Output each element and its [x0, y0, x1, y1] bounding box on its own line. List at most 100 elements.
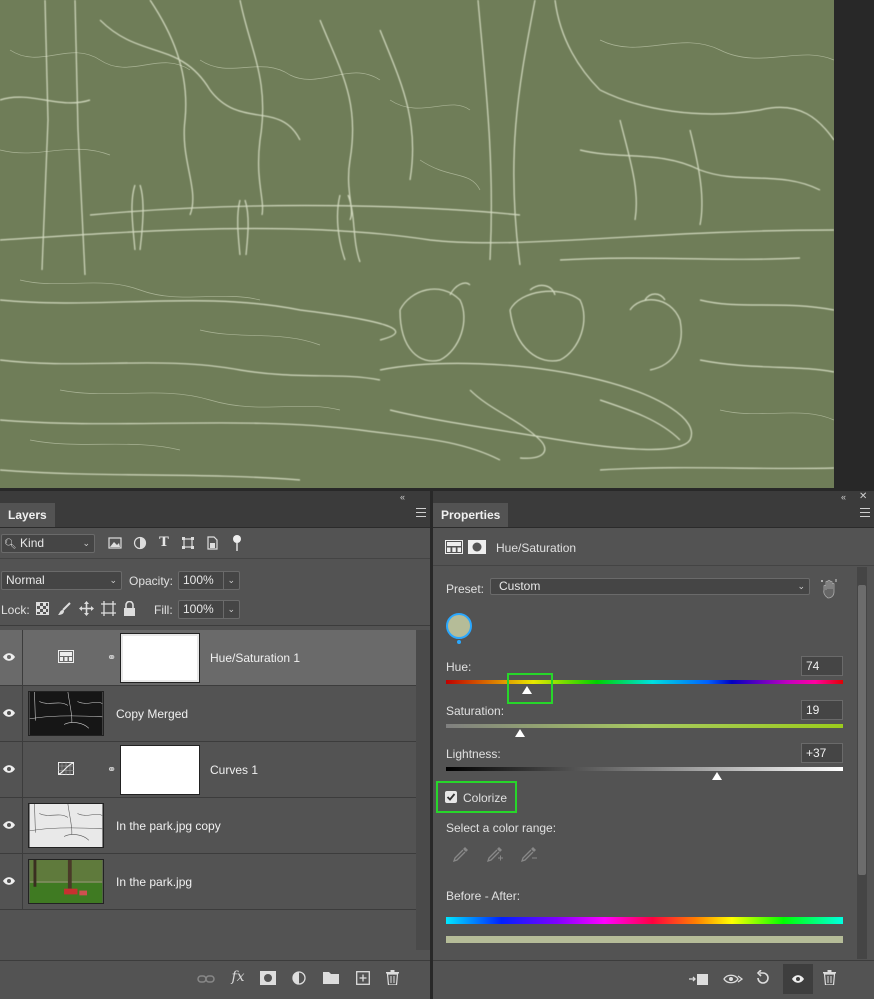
- delete-layer-trash-icon[interactable]: [386, 970, 399, 985]
- eyedropper-icon[interactable]: [452, 845, 470, 863]
- chevron-down-icon: ⌄: [82, 538, 90, 548]
- scrollbar-handle[interactable]: [858, 585, 866, 875]
- layer-name[interactable]: Curves 1: [210, 763, 258, 777]
- lock-label: Lock:: [1, 603, 30, 617]
- clip-to-layer-icon[interactable]: [689, 972, 709, 986]
- preset-dropdown[interactable]: Custom ⌄: [490, 578, 810, 595]
- layer-name[interactable]: Copy Merged: [116, 707, 188, 721]
- layer-name[interactable]: In the park.jpg: [116, 875, 192, 889]
- collapse-panel-icon[interactable]: «: [841, 491, 846, 503]
- layer-mask-icon[interactable]: [468, 540, 486, 554]
- eyedropper-minus-icon[interactable]: [520, 845, 538, 863]
- new-layer-icon[interactable]: [356, 971, 370, 985]
- new-adjustment-layer-icon[interactable]: [292, 971, 306, 985]
- hue-value-field[interactable]: 74: [801, 656, 843, 676]
- eye-separator: [22, 854, 23, 909]
- properties-bottom-toolbar: [433, 960, 874, 999]
- layer-row-hue-saturation[interactable]: ⚭ Hue/Saturation 1: [0, 630, 416, 686]
- layer-mask-thumbnail[interactable]: [120, 745, 200, 795]
- layer-row-park-copy[interactable]: In the park.jpg copy: [0, 798, 416, 854]
- search-icon: 🔍︎: [4, 539, 17, 550]
- document-canvas[interactable]: [0, 0, 834, 488]
- panel-menu-icon[interactable]: [860, 508, 870, 517]
- eye-separator: [22, 630, 23, 685]
- colorize-color-swatch[interactable]: [446, 613, 472, 644]
- tab-properties[interactable]: Properties: [433, 503, 508, 527]
- saturation-slider-thumb[interactable]: [515, 729, 525, 737]
- visibility-eye-icon[interactable]: [2, 819, 16, 831]
- before-after-label: Before - After:: [446, 889, 521, 903]
- layers-panel-header: «: [0, 491, 430, 503]
- layer-name[interactable]: In the park.jpg copy: [116, 819, 221, 833]
- blend-mode-value: Normal: [6, 573, 45, 587]
- filter-kind-label: Kind: [20, 536, 45, 550]
- opacity-field[interactable]: 100% ⌄: [178, 571, 240, 590]
- panel-menu-icon[interactable]: [416, 508, 426, 517]
- collapse-panel-icon[interactable]: «: [400, 491, 405, 503]
- properties-panel: « ✕ Properties Hue/Saturation Preset: Cu…: [433, 491, 874, 999]
- saturation-value-field[interactable]: 19: [801, 700, 843, 720]
- opacity-value: 100%: [183, 573, 214, 587]
- saturation-slider-track[interactable]: [446, 724, 843, 728]
- colorize-checkbox[interactable]: [445, 791, 457, 803]
- tab-layers[interactable]: Layers: [0, 503, 55, 527]
- lock-transparent-icon[interactable]: [36, 602, 49, 615]
- filter-type-icon[interactable]: T: [157, 535, 171, 551]
- filter-adjustment-icon[interactable]: [133, 536, 147, 550]
- filter-kind-dropdown[interactable]: 🔍︎ Kind ⌄: [1, 534, 95, 553]
- filter-smart-object-icon[interactable]: [205, 536, 219, 550]
- layer-row-curves[interactable]: ⚭ Curves 1: [0, 742, 416, 798]
- hue-saturation-adjustment-icon[interactable]: [445, 540, 463, 554]
- new-group-folder-icon[interactable]: [323, 971, 339, 984]
- lightness-slider-thumb[interactable]: [712, 772, 722, 780]
- eye-separator: [22, 798, 23, 853]
- visibility-eye-icon[interactable]: [2, 763, 16, 775]
- view-previous-state-icon[interactable]: [723, 972, 743, 986]
- fill-label: Fill:: [154, 603, 173, 617]
- visibility-eye-icon: [792, 975, 804, 983]
- filter-shape-icon[interactable]: [181, 536, 195, 550]
- lightness-value-field[interactable]: +37: [801, 743, 843, 763]
- reset-adjustment-icon[interactable]: [755, 970, 771, 986]
- chevron-down-icon: ⌄: [109, 575, 117, 585]
- link-layers-icon[interactable]: [197, 972, 215, 986]
- eye-separator: [22, 742, 23, 797]
- close-panel-icon[interactable]: ✕: [859, 491, 867, 503]
- lightness-slider-track[interactable]: [446, 767, 843, 771]
- properties-scrollbar[interactable]: [857, 567, 867, 959]
- visibility-eye-icon[interactable]: [2, 651, 16, 663]
- adjustment-title-row: Hue/Saturation: [433, 529, 874, 566]
- eyedropper-plus-icon[interactable]: [486, 845, 504, 863]
- add-mask-icon[interactable]: [260, 971, 276, 985]
- visibility-eye-icon[interactable]: [2, 707, 16, 719]
- visibility-eye-icon[interactable]: [2, 875, 16, 887]
- saturation-label: Saturation:: [446, 704, 505, 718]
- canvas-pasteboard: [834, 0, 874, 488]
- colorize-label[interactable]: Colorize: [463, 791, 507, 805]
- lock-artboard-icon[interactable]: [101, 601, 116, 616]
- layer-row-park-original[interactable]: In the park.jpg: [0, 854, 416, 910]
- mask-link-icon[interactable]: ⚭: [107, 651, 116, 664]
- layer-mask-thumbnail[interactable]: [120, 633, 200, 683]
- lock-pixels-brush-icon[interactable]: [57, 602, 71, 616]
- glowing-edges-park-image: [0, 0, 834, 488]
- fill-field[interactable]: 100% ⌄: [178, 600, 240, 619]
- filter-pixel-icon[interactable]: [108, 536, 122, 550]
- fill-value: 100%: [183, 602, 214, 616]
- lock-all-icon[interactable]: [123, 601, 136, 616]
- filter-toggle-icon[interactable]: [231, 534, 243, 552]
- chevron-down-icon: ⌄: [223, 601, 235, 618]
- layer-row-copy-merged[interactable]: Copy Merged: [0, 686, 416, 742]
- hue-slider-track[interactable]: [446, 680, 843, 684]
- layer-effects-fx-icon[interactable]: fx: [228, 969, 248, 985]
- mask-link-icon[interactable]: ⚭: [107, 763, 116, 776]
- layers-bottom-toolbar: fx: [0, 960, 430, 999]
- lock-position-move-icon[interactable]: [79, 601, 94, 616]
- toggle-visibility-button[interactable]: [783, 964, 813, 994]
- layers-tabstrip: Layers: [0, 503, 430, 528]
- delete-adjustment-trash-icon[interactable]: [823, 970, 836, 985]
- targeted-adjustment-hand-icon[interactable]: [821, 579, 839, 599]
- layer-name[interactable]: Hue/Saturation 1: [210, 651, 300, 665]
- blend-mode-dropdown[interactable]: Normal ⌄: [1, 571, 122, 590]
- layers-scrollbar[interactable]: [416, 630, 430, 950]
